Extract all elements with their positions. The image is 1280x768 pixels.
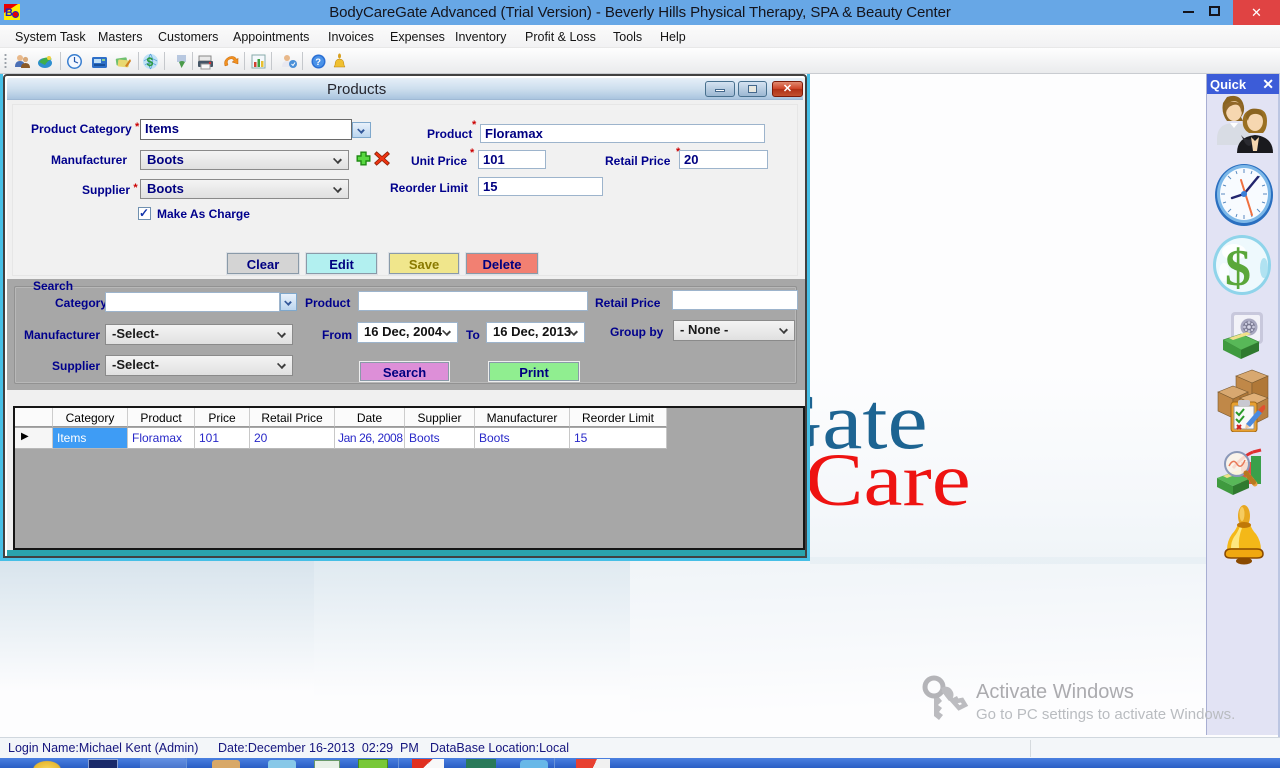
svg-text:$: $: [1225, 240, 1251, 296]
svg-text:$: $: [147, 55, 154, 69]
svg-text:?: ?: [315, 57, 321, 68]
